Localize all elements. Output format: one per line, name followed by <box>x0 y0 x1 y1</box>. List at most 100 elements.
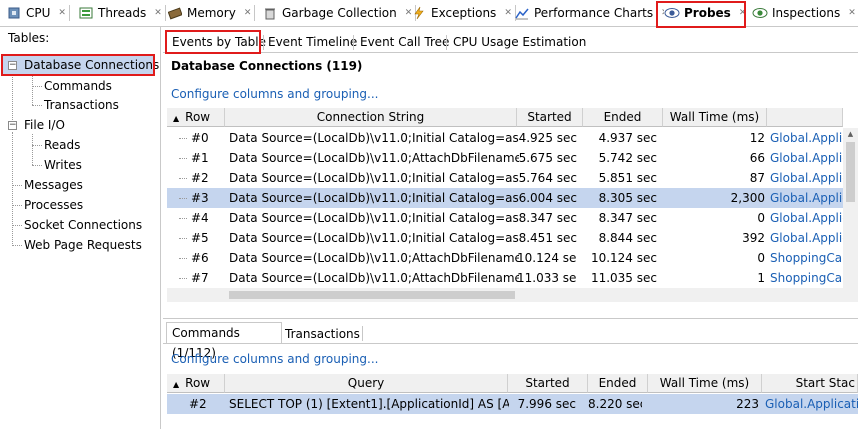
column-header-start-stack[interactable]: Start Stac <box>762 374 858 393</box>
sidebar-item-transactions[interactable]: Transactions <box>44 95 119 115</box>
column-header-row[interactable]: ▲ Row <box>167 374 225 393</box>
vertical-scrollbar[interactable]: ▲ <box>843 128 858 288</box>
sidebar-item-reads[interactable]: Reads <box>44 135 80 155</box>
cell-wall: 392 <box>742 231 765 245</box>
table-row[interactable]: #3 Data Source=(LocalDb)\v11.0;Initial Ca… <box>167 188 843 208</box>
tab-event-call-tree[interactable]: Event Call Tree <box>356 33 453 52</box>
collapse-icon[interactable]: − <box>8 61 17 70</box>
cell-ended: 8.305 sec <box>598 191 657 205</box>
close-icon[interactable]: ✕ <box>504 8 512 18</box>
cell-start-stack[interactable]: Global.Applica <box>770 228 843 248</box>
cell-row: #0 <box>191 131 209 145</box>
page-title: Database Connections (119) <box>171 59 363 73</box>
tab-performance-charts[interactable]: Performance Charts✕ <box>514 2 673 24</box>
sidebar-item-commands[interactable]: Commands <box>44 76 112 96</box>
sidebar-item-processes[interactable]: Processes <box>24 195 83 215</box>
horizontal-scrollbar[interactable] <box>167 288 843 302</box>
trash-icon <box>262 5 278 21</box>
cell-started: 10.124 sec <box>517 251 577 265</box>
cell-wall: 0 <box>757 251 765 265</box>
table-row[interactable]: #5 Data Source=(LocalDb)\v11.0;Initial Ca… <box>167 228 843 248</box>
column-header-started[interactable]: Started <box>517 108 583 127</box>
tab-inspections[interactable]: Inspections ✕ <box>752 2 856 24</box>
cell-conn: Data Source=(LocalDb)\v11.0;Initial Cata… <box>229 211 519 225</box>
close-icon[interactable]: ✕ <box>58 8 66 18</box>
close-icon[interactable]: ✕ <box>848 8 856 18</box>
tab-cpu-usage-estimation[interactable]: CPU Usage Estimation <box>449 33 590 52</box>
tab-threads[interactable]: Threads ✕ <box>78 2 166 24</box>
cell-wall: 1 <box>757 271 765 285</box>
collapse-icon[interactable]: − <box>8 121 17 130</box>
cell-ended: 5.742 sec <box>598 151 657 165</box>
cell-started: 11.033 sec <box>517 271 577 285</box>
cell-conn: Data Source=(LocalDb)\v11.0;Initial Cata… <box>229 131 519 145</box>
tab-cpu[interactable]: CPU ✕ <box>6 2 70 24</box>
cell-conn: Data Source=(LocalDb)\v11.0;AttachDbFile… <box>229 151 519 165</box>
cell-start-stack[interactable]: Global.Applica <box>770 128 843 148</box>
close-icon[interactable]: ✕ <box>244 8 252 18</box>
sidebar-item-writes[interactable]: Writes <box>44 155 82 175</box>
column-header-start-stack[interactable] <box>767 108 843 127</box>
tab-commands[interactable]: Commands (1/112) <box>166 322 282 360</box>
cell-row: #2 <box>191 171 209 185</box>
cell-wall: 2,300 <box>730 191 765 205</box>
cell-start-stack[interactable]: ShoppingCart <box>770 268 843 288</box>
column-header-wall-time[interactable]: Wall Time (ms) <box>648 374 762 393</box>
cell-wall: 12 <box>749 131 765 145</box>
sidebar-item-database-connections[interactable]: Database Connections <box>24 55 159 75</box>
cell-row: #7 <box>191 271 209 285</box>
sidebar-item-messages[interactable]: Messages <box>24 175 83 195</box>
tab-events-by-table[interactable]: Events by Table <box>168 33 271 52</box>
cell-started: 6.004 sec <box>518 191 577 205</box>
eye-icon <box>664 5 680 21</box>
cell-start-stack[interactable]: Global.Applica <box>770 188 843 208</box>
table-row[interactable]: #6 Data Source=(LocalDb)\v11.0;AttachDbFi… <box>167 248 843 268</box>
column-header-started[interactable]: Started <box>508 374 588 393</box>
cell-ended: 5.851 sec <box>598 171 657 185</box>
column-header-row[interactable]: ▲ Row <box>167 108 225 127</box>
close-icon[interactable]: ✕ <box>739 8 747 18</box>
sidebar-title: Tables: <box>8 31 50 45</box>
cell-conn: Data Source=(LocalDb)\v11.0;AttachDbFile… <box>229 271 519 285</box>
cell-start-stack[interactable]: ShoppingCart <box>770 248 843 268</box>
cell-row: #1 <box>191 151 209 165</box>
sidebar-item-file-io[interactable]: File I/O <box>24 115 65 135</box>
cell-wall: 66 <box>749 151 765 165</box>
tab-exceptions[interactable]: Exceptions ✕ <box>411 2 516 24</box>
configure-columns-link[interactable]: Configure columns and grouping... <box>171 352 378 366</box>
tab-garbage-collection[interactable]: Garbage Collection ✕ <box>262 2 417 24</box>
cell-start-stack[interactable]: Global.Applica <box>770 168 843 188</box>
column-header-wall-time[interactable]: Wall Time (ms) <box>663 108 767 127</box>
table-row[interactable]: #2 Data Source=(LocalDb)\v11.0;Initial Ca… <box>167 168 843 188</box>
cell-conn: Data Source=(LocalDb)\v11.0;Initial Cata… <box>229 231 519 245</box>
cell-row: #5 <box>191 231 209 245</box>
tab-event-timeline[interactable]: Event Timeline <box>264 33 361 52</box>
column-header-connection-string[interactable]: Connection String <box>225 108 517 127</box>
eye-icon <box>752 5 768 21</box>
tab-probes[interactable]: Probes ✕ <box>664 2 747 24</box>
sidebar-item-web-page-requests[interactable]: Web Page Requests <box>24 235 142 255</box>
column-header-ended[interactable]: Ended <box>588 374 648 393</box>
close-icon[interactable]: ✕ <box>154 8 162 18</box>
cell-started: 8.451 sec <box>518 231 577 245</box>
column-header-ended[interactable]: Ended <box>583 108 663 127</box>
column-header-query[interactable]: Query <box>225 374 508 393</box>
sidebar-item-socket-connections[interactable]: Socket Connections <box>24 215 142 235</box>
configure-columns-link[interactable]: Configure columns and grouping... <box>171 87 378 101</box>
tab-transactions[interactable]: Transactions <box>285 324 360 344</box>
cell-row: #6 <box>191 251 209 265</box>
tab-memory[interactable]: Memory ✕ <box>167 2 256 24</box>
table-row[interactable]: #7 Data Source=(LocalDb)\v11.0;AttachDbFi… <box>167 268 843 288</box>
table-row[interactable]: #1 Data Source=(LocalDb)\v11.0;AttachDbFi… <box>167 148 843 168</box>
top-tab-bar: CPU ✕ Threads ✕ Memory ✕ Garbage Collection… <box>0 0 858 27</box>
table-row[interactable]: #2 SELECT TOP (1) [Extent1].[Application… <box>167 394 858 414</box>
cell-start-stack[interactable]: Global.Applica <box>770 148 843 168</box>
threads-icon <box>78 5 94 21</box>
cell-conn: Data Source=(LocalDb)\v11.0;AttachDbFile… <box>229 251 519 265</box>
cell-start-stack[interactable]: Global.Applica <box>770 208 843 228</box>
cell-started: 8.347 sec <box>518 211 577 225</box>
cell-ended: 4.937 sec <box>598 131 657 145</box>
cell-row: #4 <box>191 211 209 225</box>
table-row[interactable]: #4 Data Source=(LocalDb)\v11.0;Initial Ca… <box>167 208 843 228</box>
table-row[interactable]: #0 Data Source=(LocalDb)\v11.0;Initial Ca… <box>167 128 843 148</box>
